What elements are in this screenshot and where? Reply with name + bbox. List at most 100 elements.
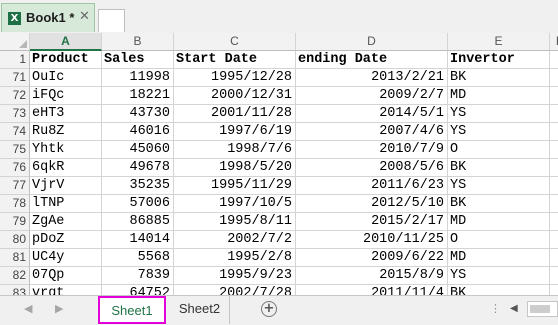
start-date-cell[interactable]: 1995/12/28 bbox=[174, 69, 296, 87]
column-header-c[interactable]: C bbox=[174, 33, 296, 51]
cell-f[interactable] bbox=[550, 105, 558, 123]
cell-f[interactable] bbox=[550, 213, 558, 231]
row-number[interactable]: 77 bbox=[0, 177, 30, 195]
ending-date-cell[interactable]: 2010/11/25 bbox=[296, 231, 448, 249]
cell-f[interactable] bbox=[550, 249, 558, 267]
scroll-tabs-right-icon[interactable]: ▶ bbox=[55, 302, 63, 315]
select-all-corner[interactable] bbox=[0, 33, 30, 51]
ending-date-cell[interactable]: 2015/2/17 bbox=[296, 213, 448, 231]
column-header-e[interactable]: E bbox=[448, 33, 550, 51]
product-cell[interactable]: ZgAe bbox=[30, 213, 102, 231]
cell-f[interactable] bbox=[550, 285, 558, 295]
sales-cell[interactable]: 64752 bbox=[102, 285, 174, 295]
more-options-icon[interactable]: ⋮ bbox=[490, 302, 501, 315]
row-number[interactable]: 75 bbox=[0, 141, 30, 159]
new-workbook-tab[interactable] bbox=[98, 9, 125, 32]
start-date-cell[interactable]: 1995/9/23 bbox=[174, 267, 296, 285]
sales-cell[interactable]: 7839 bbox=[102, 267, 174, 285]
cell-f[interactable] bbox=[550, 195, 558, 213]
sheet-tab-sheet1[interactable]: Sheet1 bbox=[98, 296, 166, 324]
product-cell[interactable]: lTNP bbox=[30, 195, 102, 213]
ending-date-cell[interactable]: 2015/8/9 bbox=[296, 267, 448, 285]
sales-cell[interactable]: 43730 bbox=[102, 105, 174, 123]
horizontal-scroll-left-icon[interactable]: ◀ bbox=[510, 303, 518, 314]
cell-f[interactable] bbox=[550, 123, 558, 141]
sales-cell[interactable]: 11998 bbox=[102, 69, 174, 87]
invertor-cell[interactable]: YS bbox=[448, 267, 550, 285]
start-date-cell[interactable]: 1995/2/8 bbox=[174, 249, 296, 267]
sales-cell[interactable]: 45060 bbox=[102, 141, 174, 159]
ending-date-cell[interactable]: 2011/6/23 bbox=[296, 177, 448, 195]
start-date-cell[interactable]: 1995/11/29 bbox=[174, 177, 296, 195]
ending-date-cell[interactable]: 2010/7/9 bbox=[296, 141, 448, 159]
sales-cell[interactable]: 86885 bbox=[102, 213, 174, 231]
column-header-a[interactable]: A bbox=[30, 33, 102, 51]
invertor-cell[interactable]: YS bbox=[448, 123, 550, 141]
start-date-cell[interactable]: 1995/8/11 bbox=[174, 213, 296, 231]
invertor-cell[interactable]: MD bbox=[448, 249, 550, 267]
cell-f[interactable] bbox=[550, 69, 558, 87]
row-number[interactable]: 71 bbox=[0, 69, 30, 87]
product-cell[interactable]: 6qkR bbox=[30, 159, 102, 177]
close-icon[interactable]: ✕ bbox=[79, 9, 90, 24]
column-header-b[interactable]: B bbox=[102, 33, 174, 51]
column-header-f[interactable]: F bbox=[550, 33, 558, 51]
row-number[interactable]: 73 bbox=[0, 105, 30, 123]
start-date-cell[interactable]: 2000/12/31 bbox=[174, 87, 296, 105]
product-cell[interactable]: VjrV bbox=[30, 177, 102, 195]
header-cell-invertor[interactable]: Invertor bbox=[448, 51, 550, 69]
horizontal-scrollbar[interactable] bbox=[527, 301, 558, 317]
invertor-cell[interactable]: BK bbox=[448, 195, 550, 213]
column-header-d[interactable]: D bbox=[296, 33, 448, 51]
ending-date-cell[interactable]: 2007/4/6 bbox=[296, 123, 448, 141]
cell-f[interactable] bbox=[550, 51, 558, 69]
scroll-tabs-left-icon[interactable]: ◀ bbox=[24, 302, 32, 315]
row-number[interactable]: 79 bbox=[0, 213, 30, 231]
ending-date-cell[interactable]: 2013/2/21 bbox=[296, 69, 448, 87]
sales-cell[interactable]: 18221 bbox=[102, 87, 174, 105]
cell-f[interactable] bbox=[550, 267, 558, 285]
sheet-tab-sheet2[interactable]: Sheet2 bbox=[170, 296, 230, 324]
invertor-cell[interactable]: O bbox=[448, 231, 550, 249]
cell-f[interactable] bbox=[550, 159, 558, 177]
invertor-cell[interactable]: MD bbox=[448, 87, 550, 105]
start-date-cell[interactable]: 1998/5/20 bbox=[174, 159, 296, 177]
invertor-cell[interactable]: BK bbox=[448, 285, 550, 295]
row-number[interactable]: 80 bbox=[0, 231, 30, 249]
cell-f[interactable] bbox=[550, 231, 558, 249]
sales-cell[interactable]: 49678 bbox=[102, 159, 174, 177]
add-sheet-icon[interactable]: + bbox=[261, 301, 277, 317]
product-cell[interactable]: pDoZ bbox=[30, 231, 102, 249]
product-cell[interactable]: vrgt bbox=[30, 285, 102, 295]
product-cell[interactable]: OuIc bbox=[30, 69, 102, 87]
start-date-cell[interactable]: 1997/6/19 bbox=[174, 123, 296, 141]
sales-cell[interactable]: 46016 bbox=[102, 123, 174, 141]
product-cell[interactable]: 07Qp bbox=[30, 267, 102, 285]
row-number[interactable]: 83 bbox=[0, 285, 30, 295]
start-date-cell[interactable]: 1998/7/6 bbox=[174, 141, 296, 159]
invertor-cell[interactable]: YS bbox=[448, 105, 550, 123]
row-number[interactable]: 82 bbox=[0, 267, 30, 285]
ending-date-cell[interactable]: 2009/6/22 bbox=[296, 249, 448, 267]
header-cell-sales[interactable]: Sales bbox=[102, 51, 174, 69]
cell-f[interactable] bbox=[550, 141, 558, 159]
row-number[interactable]: 81 bbox=[0, 249, 30, 267]
product-cell[interactable]: Ru8Z bbox=[30, 123, 102, 141]
start-date-cell[interactable]: 2002/7/28 bbox=[174, 285, 296, 295]
header-cell-start-date[interactable]: Start Date bbox=[174, 51, 296, 69]
sales-cell[interactable]: 5568 bbox=[102, 249, 174, 267]
row-number[interactable]: 72 bbox=[0, 87, 30, 105]
invertor-cell[interactable]: O bbox=[448, 141, 550, 159]
cell-f[interactable] bbox=[550, 177, 558, 195]
row-number[interactable]: 1 bbox=[0, 51, 30, 69]
sales-cell[interactable]: 35235 bbox=[102, 177, 174, 195]
invertor-cell[interactable]: BK bbox=[448, 159, 550, 177]
header-cell-product[interactable]: Product bbox=[30, 51, 102, 69]
start-date-cell[interactable]: 2001/11/28 bbox=[174, 105, 296, 123]
ending-date-cell[interactable]: 2011/11/4 bbox=[296, 285, 448, 295]
product-cell[interactable]: iFQc bbox=[30, 87, 102, 105]
invertor-cell[interactable]: BK bbox=[448, 69, 550, 87]
ending-date-cell[interactable]: 2009/2/7 bbox=[296, 87, 448, 105]
sales-cell[interactable]: 14014 bbox=[102, 231, 174, 249]
cell-f[interactable] bbox=[550, 87, 558, 105]
